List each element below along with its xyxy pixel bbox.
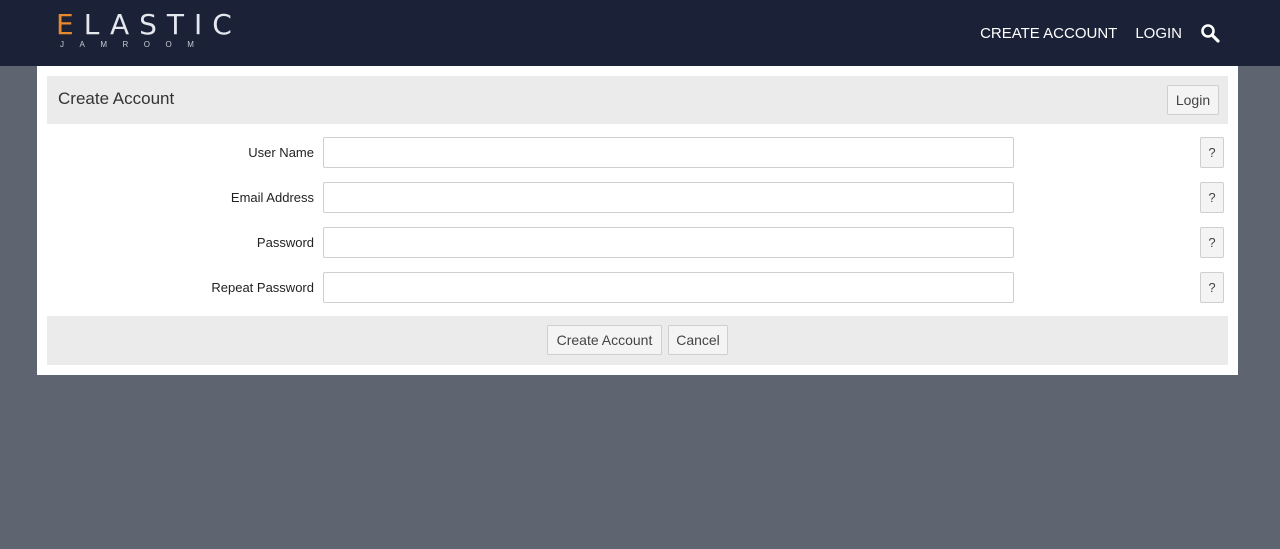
user-name-input[interactable] — [323, 137, 1014, 168]
nav-login-link[interactable]: LOGIN — [1135, 25, 1182, 42]
create-account-panel: Create Account Login User Name ? Email A… — [37, 66, 1238, 375]
logo-rest: LASTIC — [83, 8, 242, 41]
email-address-row: Email Address ? — [37, 182, 1238, 213]
cancel-button[interactable]: Cancel — [668, 325, 728, 355]
password-help-button[interactable]: ? — [1200, 227, 1224, 258]
repeat-password-label: Repeat Password — [211, 280, 314, 295]
email-address-input[interactable] — [323, 182, 1014, 213]
form-actions-bar: Create Account Cancel — [47, 316, 1228, 365]
create-account-button[interactable]: Create Account — [547, 325, 662, 355]
password-row: Password ? — [37, 227, 1238, 258]
logo-first-letter: E — [56, 8, 84, 41]
logo-subtitle: JAMROOM — [60, 40, 210, 49]
nav-create-account-link[interactable]: CREATE ACCOUNT — [980, 25, 1117, 42]
logo-wordmark: ELASTIC — [56, 8, 242, 42]
email-address-label: Email Address — [230, 190, 314, 205]
repeat-password-input[interactable] — [323, 272, 1014, 303]
top-navigation-bar: ELASTIC JAMROOM CREATE ACCOUNT LOGIN — [0, 0, 1280, 66]
user-name-row: User Name ? — [37, 137, 1238, 168]
page-title: Create Account — [58, 89, 175, 108]
site-logo[interactable]: ELASTIC JAMROOM — [56, 8, 232, 54]
user-name-help-button[interactable]: ? — [1200, 137, 1224, 168]
repeat-password-row: Repeat Password ? — [37, 272, 1238, 303]
panel-header: Create Account Login — [47, 76, 1228, 124]
user-name-label: User Name — [248, 145, 314, 160]
login-button[interactable]: Login — [1167, 85, 1219, 115]
password-input[interactable] — [323, 227, 1014, 258]
search-icon[interactable] — [1200, 23, 1220, 43]
email-address-help-button[interactable]: ? — [1200, 182, 1224, 213]
password-label: Password — [256, 235, 314, 250]
repeat-password-help-button[interactable]: ? — [1200, 272, 1224, 303]
main-nav: CREATE ACCOUNT LOGIN — [962, 0, 1220, 66]
